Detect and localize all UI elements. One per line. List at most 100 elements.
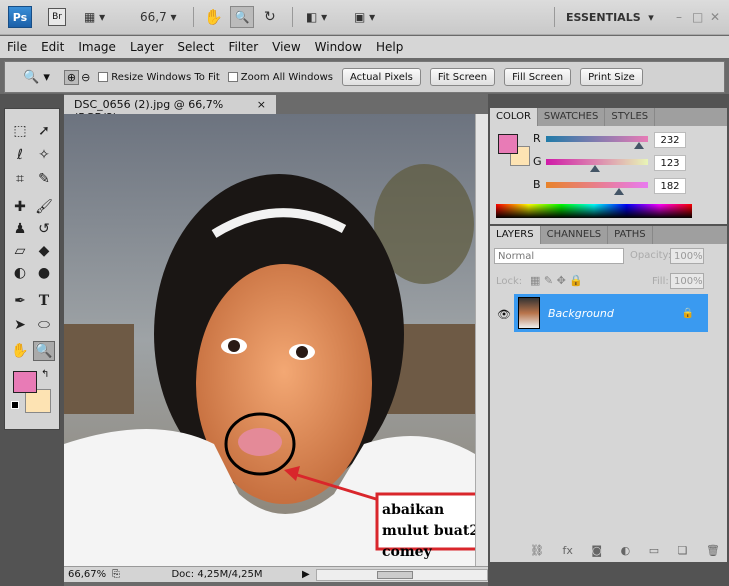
lock-icons[interactable]: ▦ ✎ ✥ 🔒 bbox=[530, 274, 583, 287]
healing-brush-tool-icon[interactable]: ✚ bbox=[9, 197, 31, 217]
menu-edit[interactable]: Edit bbox=[34, 40, 71, 54]
swap-colors-icon[interactable]: ↰ bbox=[41, 369, 49, 380]
screen-mode-button[interactable]: ▣ ▾ bbox=[354, 7, 375, 27]
red-slider[interactable] bbox=[546, 136, 648, 149]
close-button[interactable]: ✕ bbox=[710, 7, 720, 27]
eyedropper-tool-icon[interactable]: ✎ bbox=[33, 169, 55, 189]
zoom-all-windows-checkbox[interactable] bbox=[227, 72, 238, 82]
adjustment-layer-icon[interactable]: ◐ bbox=[621, 544, 631, 557]
zoom-percentage[interactable]: 66,67% bbox=[64, 569, 112, 580]
green-slider[interactable] bbox=[546, 159, 648, 172]
status-options-icon[interactable]: ⎘ bbox=[112, 569, 132, 580]
layers-panel: LAYERS CHANNELS PATHS Normal Opacity: 10… bbox=[490, 226, 727, 562]
lasso-tool-icon[interactable]: ℓ bbox=[9, 145, 31, 165]
tab-styles[interactable]: STYLES bbox=[605, 108, 656, 126]
resize-windows-label: Resize Windows To Fit bbox=[111, 71, 220, 83]
photoshop-logo: Ps bbox=[8, 6, 32, 28]
menu-image[interactable]: Image bbox=[71, 40, 123, 54]
tool-preset-picker[interactable]: 🔍 ▾ bbox=[23, 70, 50, 85]
tab-color[interactable]: COLOR bbox=[490, 108, 538, 126]
blue-label: B bbox=[533, 178, 541, 191]
menu-window[interactable]: Window bbox=[308, 40, 369, 54]
tab-paths[interactable]: PATHS bbox=[608, 226, 653, 244]
red-value-input[interactable]: 232 bbox=[654, 132, 686, 148]
document-tab[interactable]: DSC_0656 (2).jpg @ 66,7% (RGB/8) × bbox=[64, 95, 276, 124]
view-extras-button[interactable]: ▦ ▾ bbox=[84, 7, 105, 27]
brush-tool-icon[interactable]: 🖌 bbox=[33, 197, 55, 217]
status-menu-arrow-icon[interactable]: ▶ bbox=[302, 569, 316, 580]
history-brush-tool-icon[interactable]: ↺ bbox=[33, 219, 55, 239]
resize-windows-checkbox[interactable] bbox=[98, 72, 109, 82]
path-selection-tool-icon[interactable]: ➤ bbox=[9, 315, 31, 335]
link-layers-icon[interactable]: ⛓ bbox=[530, 544, 544, 557]
new-group-icon[interactable]: ▭ bbox=[649, 544, 659, 557]
minimize-button[interactable]: – bbox=[676, 7, 682, 27]
crop-tool-icon[interactable]: ⌗ bbox=[9, 169, 31, 189]
menu-view[interactable]: View bbox=[265, 40, 307, 54]
zoom-tool-icon[interactable]: 🔍 bbox=[230, 6, 254, 28]
foreground-color-swatch[interactable] bbox=[13, 371, 37, 393]
menu-help[interactable]: Help bbox=[369, 40, 410, 54]
green-value-input[interactable]: 123 bbox=[654, 155, 686, 171]
application-bar: Ps Br ▦ ▾ 66,7 ▾ ✋ 🔍 ↻ ◧ ▾ ▣ ▾ ESSENTIAL… bbox=[0, 0, 729, 35]
horizontal-scrollbar[interactable] bbox=[316, 568, 488, 581]
layer-row-background[interactable]: Background 🔒 bbox=[514, 294, 708, 332]
move-tool-icon[interactable]: ➚ bbox=[33, 121, 55, 141]
zoom-level-value: 66,7 bbox=[140, 10, 167, 24]
tab-channels[interactable]: CHANNELS bbox=[541, 226, 609, 244]
pen-tool-icon[interactable]: ✒ bbox=[9, 291, 31, 311]
close-document-icon[interactable]: × bbox=[257, 98, 266, 111]
bridge-button[interactable]: Br bbox=[48, 8, 66, 26]
opacity-input[interactable]: 100% bbox=[670, 248, 704, 264]
vertical-scrollbar[interactable] bbox=[475, 114, 488, 566]
layer-lock-icon: 🔒 bbox=[681, 307, 694, 319]
clone-stamp-tool-icon[interactable]: ♟ bbox=[9, 219, 31, 239]
blue-slider[interactable] bbox=[546, 182, 648, 195]
zoom-in-icon[interactable]: ⊕ bbox=[63, 69, 80, 85]
fit-screen-button[interactable]: Fit Screen bbox=[429, 68, 496, 86]
zoom-level-dropdown[interactable]: 66,7 ▾ bbox=[140, 7, 177, 27]
actual-pixels-button[interactable]: Actual Pixels bbox=[342, 68, 421, 86]
arrange-documents-button[interactable]: ◧ ▾ bbox=[306, 7, 327, 27]
menu-select[interactable]: Select bbox=[170, 40, 221, 54]
color-spectrum-ramp[interactable] bbox=[496, 204, 692, 218]
marquee-tool-icon[interactable]: ⬚ bbox=[9, 121, 31, 141]
image-canvas[interactable]: abaikan mulut buat2 comey nie..hahaha.. bbox=[64, 114, 475, 566]
foreground-color-swatch[interactable] bbox=[498, 134, 518, 154]
hand-tool-icon[interactable]: ✋ bbox=[9, 341, 31, 361]
default-colors-icon[interactable] bbox=[11, 401, 19, 409]
eraser-tool-icon[interactable]: ▱ bbox=[9, 241, 31, 261]
fill-screen-button[interactable]: Fill Screen bbox=[504, 68, 572, 86]
lock-label: Lock: bbox=[496, 276, 523, 287]
layer-name: Background bbox=[548, 306, 614, 320]
tab-layers[interactable]: LAYERS bbox=[490, 226, 541, 244]
menu-file[interactable]: File bbox=[0, 40, 34, 54]
magic-wand-tool-icon[interactable]: ✧ bbox=[33, 145, 55, 165]
rotate-view-icon[interactable]: ↻ bbox=[264, 7, 276, 27]
zoom-all-windows-label: Zoom All Windows bbox=[240, 71, 333, 83]
smudge-tool-icon[interactable]: ● bbox=[33, 263, 55, 283]
ellipse-tool-icon[interactable]: ⬭ bbox=[33, 315, 55, 335]
print-size-button[interactable]: Print Size bbox=[580, 68, 643, 86]
tab-swatches[interactable]: SWATCHES bbox=[538, 108, 606, 126]
workspace-switcher[interactable]: ESSENTIALS ▾ bbox=[566, 7, 654, 27]
visibility-eye-icon[interactable]: 👁 bbox=[494, 296, 514, 332]
menu-filter[interactable]: Filter bbox=[221, 40, 265, 54]
fill-input[interactable]: 100% bbox=[670, 273, 704, 289]
photo bbox=[64, 114, 475, 566]
zoom-out-icon[interactable]: ⊖ bbox=[81, 71, 90, 84]
delete-layer-icon[interactable]: 🗑 bbox=[706, 544, 720, 557]
green-label: G bbox=[533, 155, 542, 168]
hand-tool-icon[interactable]: ✋ bbox=[204, 7, 223, 27]
add-mask-icon[interactable]: ◙ bbox=[591, 544, 602, 557]
dodge-tool-icon[interactable]: ◐ bbox=[9, 263, 31, 283]
menu-layer[interactable]: Layer bbox=[123, 40, 170, 54]
zoom-tool-icon[interactable]: 🔍 bbox=[33, 341, 55, 361]
new-layer-icon[interactable]: ❏ bbox=[678, 544, 688, 557]
blend-mode-dropdown[interactable]: Normal bbox=[494, 248, 624, 264]
layer-style-icon[interactable]: fx bbox=[562, 544, 572, 557]
type-tool-icon[interactable]: T bbox=[33, 291, 55, 311]
maximize-button[interactable]: □ bbox=[692, 7, 703, 27]
blue-value-input[interactable]: 182 bbox=[654, 178, 686, 194]
paint-bucket-tool-icon[interactable]: ◆ bbox=[33, 241, 55, 261]
